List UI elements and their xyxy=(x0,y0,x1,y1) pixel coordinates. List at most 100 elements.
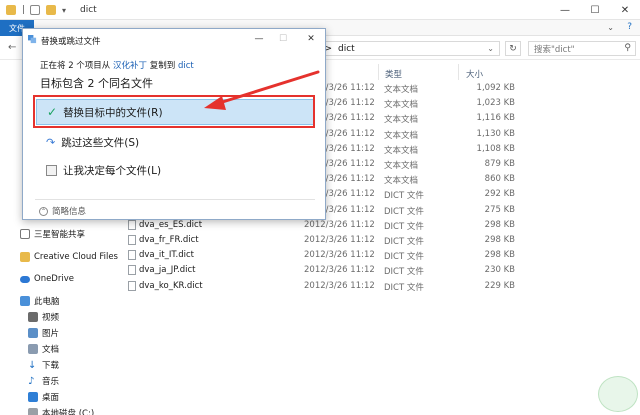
nav-onedrive[interactable]: OneDrive xyxy=(20,272,74,286)
folder-icon xyxy=(20,252,30,262)
file-icon xyxy=(128,219,136,230)
device-icon xyxy=(20,229,30,239)
picture-icon xyxy=(28,328,38,338)
file-size: 879 KB xyxy=(484,159,515,169)
search-placeholder: 搜索"dict" xyxy=(534,44,575,55)
file-icon xyxy=(128,280,136,291)
file-type: 文本文档 xyxy=(384,130,419,141)
nav-music[interactable]: ♪ 音乐 xyxy=(28,374,59,388)
file-row[interactable]: dva_ja_JP.dict 2012/3/26 11:12 DICT 文件 230 … xyxy=(125,263,520,278)
file-date: 2012/3/26 11:12 xyxy=(304,265,375,276)
file-name: dva_ko_KR.dict xyxy=(139,280,203,291)
file-type: 文本文档 xyxy=(384,85,419,95)
file-type: DICT 文件 xyxy=(384,221,424,232)
file-type: DICT 文件 xyxy=(384,267,424,278)
file-type: DICT 文件 xyxy=(384,237,424,247)
document-icon xyxy=(28,344,38,354)
address-dropdown-icon[interactable]: ⌄ xyxy=(487,44,494,53)
nav-this-pc[interactable]: 此电脑 xyxy=(20,294,60,308)
skip-arrow-icon: ↷ xyxy=(46,135,56,149)
file-type: DICT 文件 xyxy=(384,191,424,202)
watermark-logo xyxy=(598,376,638,412)
file-icon xyxy=(128,265,136,276)
column-type[interactable]: 类型 xyxy=(385,68,402,80)
file-row[interactable]: dva_es_ES.dict 2012/3/26 11:12 DICT 文件 298 … xyxy=(125,218,520,233)
column-divider[interactable] xyxy=(458,64,459,80)
nav-videos[interactable]: 视频 xyxy=(28,310,59,324)
decide-each-option[interactable]: 让我决定每个文件(L) xyxy=(36,157,314,183)
file-size: 860 KB xyxy=(484,174,515,185)
file-row[interactable]: dva_ko_KR.dict 2012/3/26 11:12 DICT 文件 229 … xyxy=(125,279,520,294)
video-icon xyxy=(28,312,38,322)
fewer-details-toggle[interactable]: ⌃ 简略信息 xyxy=(39,205,86,217)
file-size: 298 KB xyxy=(484,219,515,230)
file-size: 298 KB xyxy=(484,235,515,245)
file-row[interactable]: dva_fr_FR.dict 2012/3/26 11:12 DICT 文件 298 … xyxy=(125,233,520,248)
compare-files-icon xyxy=(46,164,57,176)
dialog-titlebar: 替换或跳过文件 — ☐ ✕ xyxy=(23,29,325,51)
quick-access-dropdown-icon[interactable]: ▾ xyxy=(62,4,66,16)
copy-app-icon xyxy=(28,35,37,44)
nav-local-disk[interactable]: 本地磁盘 (C:) xyxy=(28,406,94,415)
nav-documents[interactable]: 文档 xyxy=(28,342,59,356)
file-size: 1,023 KB xyxy=(476,98,515,109)
search-icon[interactable]: ⚲ xyxy=(624,43,631,53)
breadcrumb-current[interactable]: dict xyxy=(338,44,355,54)
window-title: dict xyxy=(80,5,97,15)
dialog-divider xyxy=(35,199,315,200)
chevron-up-icon: ⌃ xyxy=(39,206,48,216)
file-type: DICT 文件 xyxy=(384,282,424,293)
disk-icon xyxy=(28,408,38,415)
address-bar[interactable]: 56 > dict ⌄ xyxy=(300,41,500,56)
file-size: 1,108 KB xyxy=(476,143,515,154)
file-date: 2012/3/26 11:12 xyxy=(304,280,375,291)
file-size: 292 KB xyxy=(484,189,515,200)
minimize-icon[interactable]: — xyxy=(550,0,580,20)
cloud-icon xyxy=(20,275,30,283)
dialog-minimize-icon[interactable]: — xyxy=(249,32,269,46)
separator-icon: | xyxy=(22,5,26,15)
computer-icon xyxy=(20,296,30,306)
file-size: 298 KB xyxy=(484,250,515,261)
back-arrow-icon[interactable]: ← xyxy=(8,42,20,54)
file-type: 文本文档 xyxy=(384,115,419,126)
search-input[interactable]: 搜索"dict" ⚲ xyxy=(528,41,636,56)
file-size: 229 KB xyxy=(484,280,515,291)
file-name: dva_ja_JP.dict xyxy=(139,265,196,276)
dialog-heading: 目标包含 2 个同名文件 xyxy=(40,77,153,90)
file-size: 275 KB xyxy=(484,204,515,215)
download-arrow-icon: ↓ xyxy=(28,359,37,371)
file-size: 1,092 KB xyxy=(476,83,515,93)
file-type: DICT 文件 xyxy=(384,252,424,263)
skip-files-option[interactable]: ↷ 跳过这些文件(S) xyxy=(36,129,314,155)
nav-downloads[interactable]: ↓ 下载 xyxy=(28,358,59,372)
nav-pictures[interactable]: 图片 xyxy=(28,326,59,340)
maximize-icon[interactable]: ☐ xyxy=(580,0,610,20)
destination-folder-link[interactable]: dict xyxy=(178,61,194,71)
close-icon[interactable]: ✕ xyxy=(610,0,640,20)
dialog-close-icon[interactable]: ✕ xyxy=(301,32,321,46)
file-icon xyxy=(128,250,136,261)
new-folder-icon[interactable] xyxy=(46,4,56,16)
dialog-maximize-icon: ☐ xyxy=(278,34,288,44)
column-size[interactable]: 大小 xyxy=(466,68,483,80)
music-note-icon: ♪ xyxy=(28,375,35,387)
chevron-down-icon[interactable]: ⌄ xyxy=(607,23,614,32)
refresh-icon[interactable]: ↻ xyxy=(505,41,521,56)
file-row[interactable]: dva_it_IT.dict 2012/3/26 11:12 DICT 文件 298 … xyxy=(125,248,520,263)
file-type: 文本文档 xyxy=(384,100,419,111)
properties-icon[interactable] xyxy=(30,4,40,16)
file-name: dva_es_ES.dict xyxy=(139,219,203,230)
copy-progress-text: 正在将 2 个项目从 汉化补丁 复制到 dict xyxy=(40,61,194,71)
file-name: dva_it_IT.dict xyxy=(139,250,194,261)
column-divider[interactable] xyxy=(378,64,379,80)
file-type: 文本文档 xyxy=(384,161,419,171)
nav-samsung-share[interactable]: 三星智能共享 xyxy=(20,227,85,241)
help-icon[interactable]: ? xyxy=(627,22,632,32)
nav-creative-cloud[interactable]: Creative Cloud Files xyxy=(20,250,118,264)
source-folder-link[interactable]: 汉化补丁 xyxy=(113,61,147,71)
file-date: 2012/3/26 11:12 xyxy=(304,219,375,230)
nav-desktop[interactable]: 桌面 xyxy=(28,390,59,404)
folder-icon xyxy=(6,4,16,16)
file-icon xyxy=(128,235,136,245)
